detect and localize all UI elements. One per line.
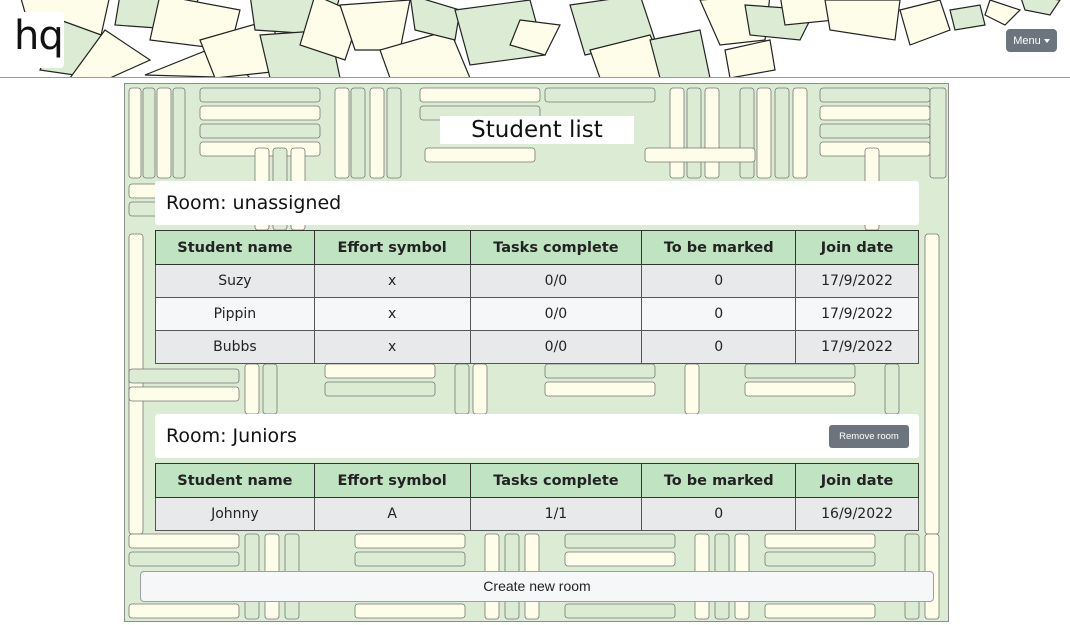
to-be-marked-cell: 0 <box>641 330 797 364</box>
student-list-panel: Student list Room: unassigned Student na… <box>124 83 949 622</box>
column-header-join-date: Join date <box>795 230 919 265</box>
student-name-cell[interactable]: Bubbs <box>155 330 315 364</box>
column-header-student-name: Student name <box>155 230 315 265</box>
room-header-unassigned: Room: unassigned <box>155 181 919 225</box>
menu-button[interactable]: Menu <box>1006 29 1057 52</box>
paper-background <box>20 0 1061 77</box>
table-header-row: Student name Effort symbol Tasks complet… <box>155 463 919 498</box>
tasks-complete-cell: 0/0 <box>469 330 643 364</box>
student-table-unassigned: Student name Effort symbol Tasks complet… <box>155 230 919 364</box>
table-row[interactable]: Suzy x 0/0 0 17/9/2022 <box>155 264 919 298</box>
join-date-cell: 16/9/2022 <box>795 497 919 531</box>
tasks-complete-cell: 0/0 <box>469 297 643 331</box>
caret-down-icon <box>1043 38 1050 43</box>
effort-symbol-cell: x <box>313 297 471 331</box>
to-be-marked-cell: 0 <box>641 297 797 331</box>
table-row[interactable]: Bubbs x 0/0 0 17/9/2022 <box>155 330 919 364</box>
column-header-to-be-marked: To be marked <box>641 230 797 265</box>
create-room-button[interactable]: Create new room <box>140 571 934 602</box>
column-header-effort-symbol: Effort symbol <box>313 463 471 498</box>
column-header-join-date: Join date <box>795 463 919 498</box>
effort-symbol-cell: x <box>313 330 471 364</box>
join-date-cell: 17/9/2022 <box>795 297 919 331</box>
top-header: hq Menu <box>0 0 1070 78</box>
table-header-row: Student name Effort symbol Tasks complet… <box>155 230 919 265</box>
column-header-effort-symbol: Effort symbol <box>313 230 471 265</box>
to-be-marked-cell: 0 <box>641 264 797 298</box>
column-header-tasks-complete: Tasks complete <box>469 230 643 265</box>
tasks-complete-cell: 1/1 <box>469 497 643 531</box>
effort-symbol-cell: x <box>313 264 471 298</box>
room-label: Room: unassigned <box>166 192 342 214</box>
column-header-to-be-marked: To be marked <box>641 463 797 498</box>
room-header-juniors: Room: Juniors Remove room <box>155 414 919 458</box>
table-row[interactable]: Pippin x 0/0 0 17/9/2022 <box>155 297 919 331</box>
page-title: Student list <box>440 116 634 144</box>
to-be-marked-cell: 0 <box>641 497 797 531</box>
join-date-cell: 17/9/2022 <box>795 330 919 364</box>
app-logo[interactable]: hq <box>8 12 64 68</box>
room-label: Room: Juniors <box>166 425 297 447</box>
table-row[interactable]: Johnny A 1/1 0 16/9/2022 <box>155 497 919 531</box>
student-name-cell[interactable]: Pippin <box>155 297 315 331</box>
student-name-cell[interactable]: Johnny <box>155 497 315 531</box>
student-table-juniors: Student name Effort symbol Tasks complet… <box>155 463 919 531</box>
tasks-complete-cell: 0/0 <box>469 264 643 298</box>
column-header-student-name: Student name <box>155 463 315 498</box>
student-name-cell[interactable]: Suzy <box>155 264 315 298</box>
remove-room-button[interactable]: Remove room <box>829 425 909 448</box>
join-date-cell: 17/9/2022 <box>795 264 919 298</box>
effort-symbol-cell: A <box>313 497 471 531</box>
menu-label: Menu <box>1013 34 1041 47</box>
column-header-tasks-complete: Tasks complete <box>469 463 643 498</box>
